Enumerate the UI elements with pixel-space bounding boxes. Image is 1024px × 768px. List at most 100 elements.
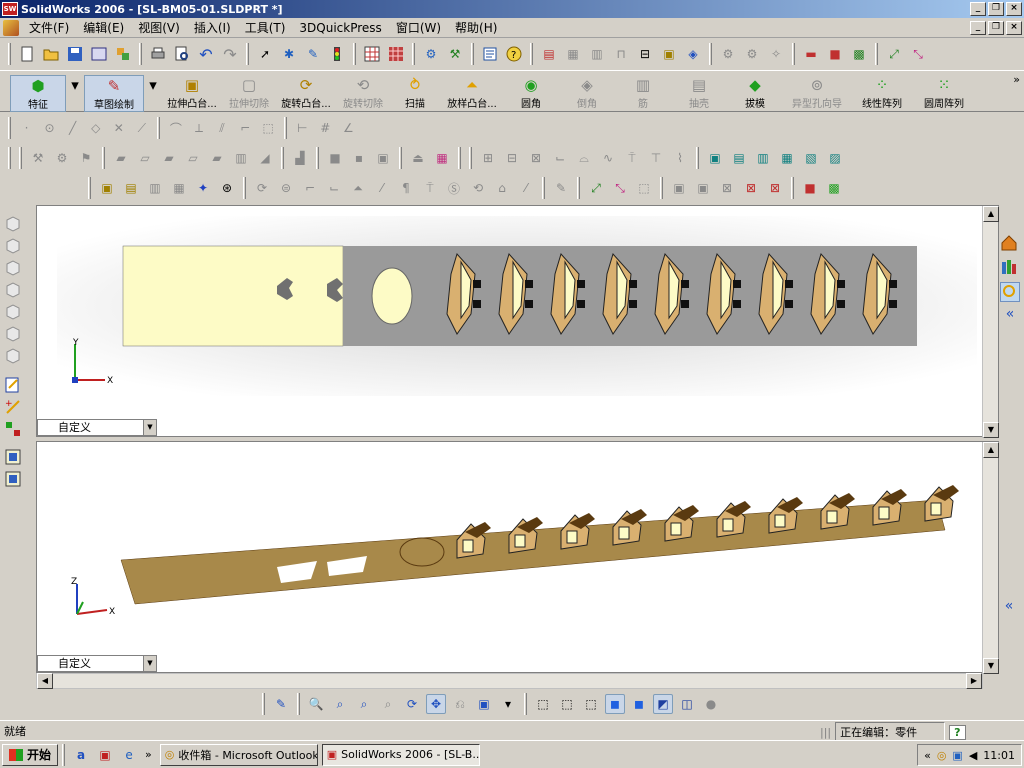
sm-icon-8[interactable]: ▰ (207, 148, 227, 168)
quicklaunch-more-icon[interactable]: » (145, 748, 152, 761)
sm-icon-29[interactable]: ▦ (777, 148, 797, 168)
zoom-in-out-icon[interactable]: ⌕ (354, 694, 374, 714)
wireframe-icon[interactable]: ⬚ (533, 694, 553, 714)
mold-icon-14[interactable]: ⍑ (420, 178, 440, 198)
scroll-left-button[interactable]: ◀ (37, 673, 53, 689)
mold-icon-6[interactable]: ⊛ (217, 178, 237, 198)
menu-tools[interactable]: 工具(T) (238, 19, 293, 36)
mold-icon-16[interactable]: ⟲ (468, 178, 488, 198)
hidden-lines-visible-icon[interactable]: ⬚ (557, 694, 577, 714)
revolve-boss-button[interactable]: ⟳ 旋转凸台... (276, 75, 336, 110)
status-help-icon[interactable]: ? (949, 724, 966, 740)
sm-icon-9[interactable]: ▥ (231, 148, 251, 168)
menu-view[interactable]: 视图(V) (131, 19, 187, 36)
view-cube-icon-6[interactable] (4, 324, 22, 342)
shell-button[interactable]: ▤ 抽壳 (672, 75, 726, 110)
features-tab[interactable]: ⬢ 特征 (10, 75, 66, 112)
print-preview-icon[interactable] (172, 44, 192, 64)
sketch-dropdown[interactable]: ▾ (146, 75, 160, 95)
save-icon[interactable] (65, 44, 85, 64)
home-icon[interactable] (1000, 234, 1020, 254)
mold-icon-2[interactable]: ▤ (121, 178, 141, 198)
select-icon[interactable]: ➚ (255, 44, 275, 64)
mold-icon-11[interactable]: ⏶ (348, 178, 368, 198)
task-solidworks[interactable]: ▣ SolidWorks 2006 - [SL-B... (321, 743, 480, 766)
mold-icon-7[interactable]: ⟳ (252, 178, 272, 198)
doc-close-button[interactable]: × (1006, 21, 1022, 35)
sm-icon-18[interactable]: ⊟ (502, 148, 522, 168)
toolbar-grip[interactable] (8, 117, 11, 139)
trim-icon[interactable]: ✕ (109, 118, 128, 138)
sm-icon-4[interactable]: ▰ (111, 148, 131, 168)
menu-3dquickpress[interactable]: 3DQuickPress (292, 21, 388, 35)
dimension-icon[interactable]: ⊢ (293, 118, 312, 138)
menu-file[interactable]: 文件(F) (22, 19, 76, 36)
sm-icon-28[interactable]: ▥ (753, 148, 773, 168)
tray-volume-icon[interactable]: ◀ (969, 749, 977, 762)
previous-view-icon[interactable]: ⎌ (450, 694, 470, 714)
sm-icon-3[interactable]: ⚑ (76, 148, 96, 168)
grid-icon[interactable] (362, 44, 382, 64)
appearance-icon[interactable] (386, 44, 406, 64)
sm-icon-15[interactable]: ⏏ (408, 148, 428, 168)
library-icon[interactable] (1000, 258, 1020, 278)
zoom-to-fit-icon[interactable]: 🔍 (306, 694, 326, 714)
tool-icon-i[interactable]: ✧ (766, 44, 786, 64)
chamfer-button[interactable]: ◈ 倒角 (560, 75, 614, 110)
mold-icon-19[interactable]: ✎ (551, 178, 571, 198)
shaded-icon[interactable]: ◼ (629, 694, 649, 714)
tool-icon-g[interactable]: ⚙ (718, 44, 738, 64)
view-cube-icon-5[interactable] (4, 302, 22, 320)
offset-icon[interactable]: ⟂ (189, 118, 208, 138)
shadows-icon[interactable]: ◩ (653, 694, 673, 714)
extrude-boss-button[interactable]: ▣ 拉伸凸台... (162, 75, 222, 110)
component-icon[interactable]: ⚒ (445, 44, 465, 64)
scroll-up-button[interactable]: ▲ (983, 206, 999, 222)
smart-dimension-icon[interactable]: + (4, 398, 22, 416)
tool-icon-h[interactable]: ⚙ (742, 44, 762, 64)
mold-icon-4[interactable]: ▦ (169, 178, 189, 198)
toolbar-grip-2[interactable] (19, 147, 22, 169)
toolbar-grip[interactable] (8, 43, 11, 65)
mold-icon-12[interactable]: ⁄ (372, 178, 392, 198)
tool-icon-a[interactable]: ▦ (563, 44, 583, 64)
new-icon[interactable] (17, 44, 37, 64)
view-cube-icon-4[interactable] (4, 280, 22, 298)
tray-network-icon[interactable]: ▣ (952, 749, 962, 762)
sm-icon-16[interactable]: ▦ (432, 148, 452, 168)
toolbar-grip-3[interactable] (469, 147, 472, 169)
tool-icon-e[interactable]: ▣ (659, 44, 679, 64)
menu-window[interactable]: 窗口(W) (389, 19, 448, 36)
bottom-viewport[interactable]: Z X ▲ ▼ 自定义 ▼ (36, 441, 999, 674)
sm-icon-19[interactable]: ⊠ (526, 148, 546, 168)
circle-icon[interactable]: ⊙ (40, 118, 59, 138)
tool-icon-l[interactable]: ▩ (849, 44, 869, 64)
sm-icon-21[interactable]: ⌓ (574, 148, 594, 168)
mold-icon-25[interactable]: ⊠ (717, 178, 737, 198)
zoom-to-area-icon[interactable]: ⌕ (330, 694, 350, 714)
sm-icon-23[interactable]: ⍑ (622, 148, 642, 168)
bottom-view-orientation-select[interactable]: 自定义 ▼ (37, 655, 157, 672)
clock[interactable]: 11:01 (983, 749, 1015, 762)
options-icon[interactable]: ⚙ (421, 44, 441, 64)
mold-icon-27[interactable]: ⊠ (765, 178, 785, 198)
mold-icon-15[interactable]: Ⓢ (444, 178, 464, 198)
tray-outlook-icon[interactable]: ◎ (937, 749, 947, 762)
point-icon[interactable]: · (17, 118, 36, 138)
tool-icon-n[interactable]: ⤡ (908, 44, 928, 64)
features-dropdown[interactable]: ▾ (68, 75, 82, 95)
sketch-tab[interactable]: ✎ 草图绘制 (84, 75, 144, 112)
circular-pattern-button[interactable]: ⁙ 圆周阵列 (914, 75, 974, 110)
sketch-grid-icon[interactable]: # (316, 118, 335, 138)
mold-icon-23[interactable]: ▣ (669, 178, 689, 198)
make-drawing-icon[interactable] (89, 44, 109, 64)
solidworks-app-icon[interactable]: SW (2, 2, 18, 16)
toolbar-grip[interactable] (88, 177, 91, 199)
mold-icon-20[interactable]: ⤢ (586, 178, 606, 198)
quicklaunch-icon-a[interactable]: a (71, 745, 91, 765)
tool-icon-d[interactable]: ⊟ (635, 44, 655, 64)
mold-icon-22[interactable]: ⬚ (634, 178, 654, 198)
toolbar-grip[interactable] (262, 693, 265, 715)
revolve-cut-button[interactable]: ⟲ 旋转切除 (338, 75, 388, 110)
chevron-down-icon[interactable]: ▼ (143, 656, 156, 671)
